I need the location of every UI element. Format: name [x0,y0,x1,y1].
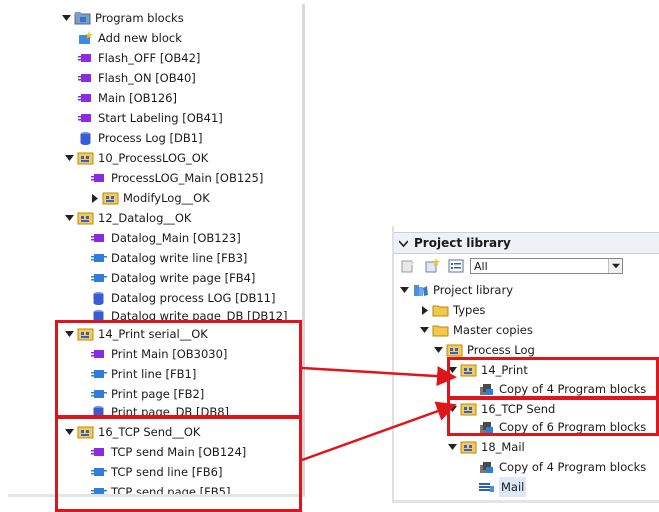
arrow-tcp-to-library [301,401,457,462]
connector-arrows [301,366,457,462]
arrow-print-to-library [301,366,457,387]
